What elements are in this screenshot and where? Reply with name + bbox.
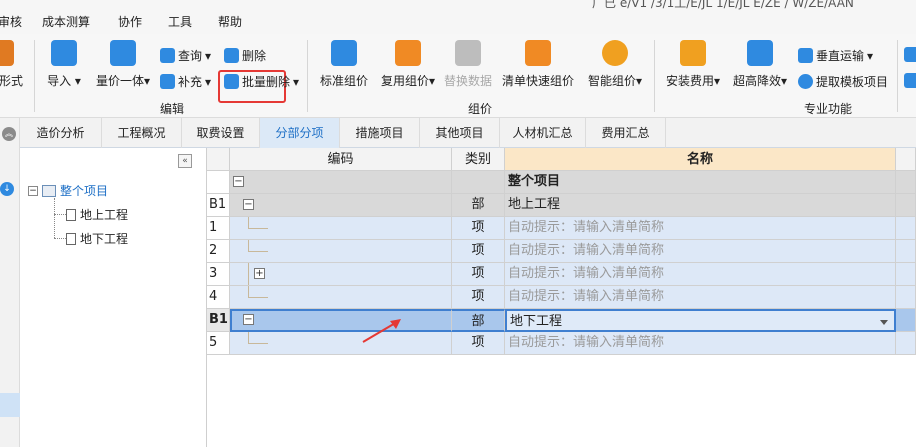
collapse-toggle-icon[interactable]: − [28,185,38,196]
tab-labor-material-summary[interactable]: 人材机汇总 [500,118,586,148]
table-row[interactable]: 1 项 自动提示：请输入清单简称 [207,217,916,240]
chevron-down-icon[interactable] [880,320,888,325]
menu-cost-estimate[interactable]: 成本测算 [42,13,90,30]
tab-sub-items[interactable]: 分部分项 [260,118,340,148]
document-icon [66,208,76,221]
tree-connector [54,198,55,238]
download-circle-icon[interactable]: ↓ [0,182,14,196]
tab-fee-summary[interactable]: 费用汇总 [586,118,666,148]
project-tree-panel: « − 整个项目 地上工程 地下工程 [20,148,207,447]
height-reduce-button[interactable]: 超高降效▾ [728,40,792,89]
divider [897,40,898,112]
menu-bar: 审核 成本测算 协作 工具 帮助 广已 e/V1 /3/1工/E/JL 1/E/… [0,0,916,34]
replace-data-button[interactable]: 替换数据 [442,40,494,89]
folder-icon [42,184,56,197]
header-code[interactable]: 编码 [230,148,452,171]
template-icon [798,74,813,89]
tree-item-aboveground[interactable]: 地上工程 [66,206,128,223]
tree-connector [248,343,268,344]
replace-data-icon [455,40,481,66]
smart-group-icon [602,40,628,66]
reuse-group-button[interactable]: 复用组价▾ [376,40,440,89]
tab-bar: 造价分析 工程概况 取费设置 分部分项 措施项目 其他项目 人材机汇总 费用汇总 [20,118,916,148]
header-name[interactable]: 名称 [505,148,896,171]
import-button[interactable]: 导入 ▾ [44,40,84,89]
menu-review[interactable]: 审核 [0,13,22,30]
table-row[interactable]: − 整个项目 [207,171,916,194]
tab-cost-analysis[interactable]: 造价分析 [20,118,102,148]
install-fee-icon [680,40,706,66]
tab-project-overview[interactable]: 工程概况 [102,118,182,148]
tab-fee-settings[interactable]: 取费设置 [182,118,260,148]
height-reduce-icon [747,40,773,66]
overflow-icon[interactable] [904,47,916,62]
tab-measures[interactable]: 措施项目 [340,118,420,148]
standard-group-icon [331,40,357,66]
tree-connector [248,251,268,252]
collapse-up-icon[interactable]: ︽ [2,127,16,141]
query-icon [160,48,175,63]
tree-connector [248,228,268,229]
tree-connector [54,214,66,215]
header-extra [896,148,916,171]
table-row[interactable]: 3 + 项 自动提示：请输入清单简称 [207,263,916,286]
tree-connector [248,263,249,285]
collapse-toggle-icon[interactable]: − [233,176,244,187]
table-row[interactable]: 4 项 自动提示：请输入清单简称 [207,286,916,309]
divider [34,40,35,112]
supplement-button[interactable]: 补充 ▾ [160,73,211,90]
annotation-arrow-icon [362,319,401,343]
bill-grid: 编码 类别 名称 − 整个项目 B1 − 部 地上工程 1 项 自动提示：请输入… [207,148,916,447]
batch-delete-button[interactable]: 批量删除 ▾ [224,73,299,90]
tab-other-items[interactable]: 其他项目 [420,118,500,148]
standard-group-button[interactable]: 标准组价 [316,40,372,89]
table-row-selected[interactable]: B1 − 部 地下工程 [207,309,916,332]
collapse-toggle-icon[interactable]: − [243,199,254,210]
divider [307,40,308,112]
form-button[interactable]: 形式 [0,40,28,89]
name-dropdown-cell[interactable]: 地下工程 [505,309,896,332]
quick-group-icon [525,40,551,66]
expand-toggle-icon[interactable]: + [254,268,265,279]
smart-group-button[interactable]: 智能组价▾ [584,40,646,89]
group-title-pricing: 组价 [468,102,493,116]
import-icon [51,40,77,66]
divider [654,40,655,112]
collapse-toggle-icon[interactable]: − [243,314,254,325]
quantity-price-icon [110,40,136,66]
tree-connector [54,238,66,239]
extract-template-button[interactable]: 提取模板项目 [798,73,888,90]
table-row[interactable]: 5 项 自动提示：请输入清单简称 [207,332,916,355]
vertical-transport-button[interactable]: 垂直运输 ▾ [798,47,873,64]
tree-item-root[interactable]: − 整个项目 [28,182,108,199]
overflow-icon[interactable] [904,73,916,88]
install-fee-button[interactable]: 安装费用▾ [662,40,724,89]
tree-item-underground[interactable]: 地下工程 [66,230,128,247]
tree-connector [248,297,268,298]
window-title-fragment: 广已 e/V1 /3/1工/E/JL 1/E/JL E/ZE / W/ZE/AA… [592,0,854,10]
left-strip-selected[interactable] [0,393,20,417]
table-row[interactable]: B1 − 部 地上工程 [207,194,916,217]
reuse-group-icon [395,40,421,66]
ribbon-toolbar: 形式 导入 ▾ 量价一体▾ 查询 ▾ 删除 补充 ▾ 批量删除 ▾ 编辑 标准组价 复… [0,34,916,118]
delete-button[interactable]: 删除 [224,47,266,64]
query-button[interactable]: 查询 ▾ [160,47,211,64]
header-rownum [207,148,230,171]
header-type[interactable]: 类别 [452,148,505,171]
group-title-professional: 专业功能 [804,102,853,116]
menu-tools[interactable]: 工具 [168,13,192,30]
trash-icon [224,48,239,63]
document-icon [66,232,76,245]
menu-help[interactable]: 帮助 [218,13,242,30]
form-icon [0,40,14,66]
group-title-edit: 编辑 [160,102,185,116]
quantity-price-button[interactable]: 量价一体▾ [92,40,154,89]
table-row[interactable]: 2 项 自动提示：请输入清单简称 [207,240,916,263]
collapse-panel-button[interactable]: « [178,154,192,168]
supplement-icon [160,74,175,89]
quick-group-button[interactable]: 清单快速组价 [500,40,576,89]
menu-collaborate[interactable]: 协作 [118,13,142,30]
vertical-transport-icon [798,48,813,63]
batch-delete-icon [224,74,239,89]
